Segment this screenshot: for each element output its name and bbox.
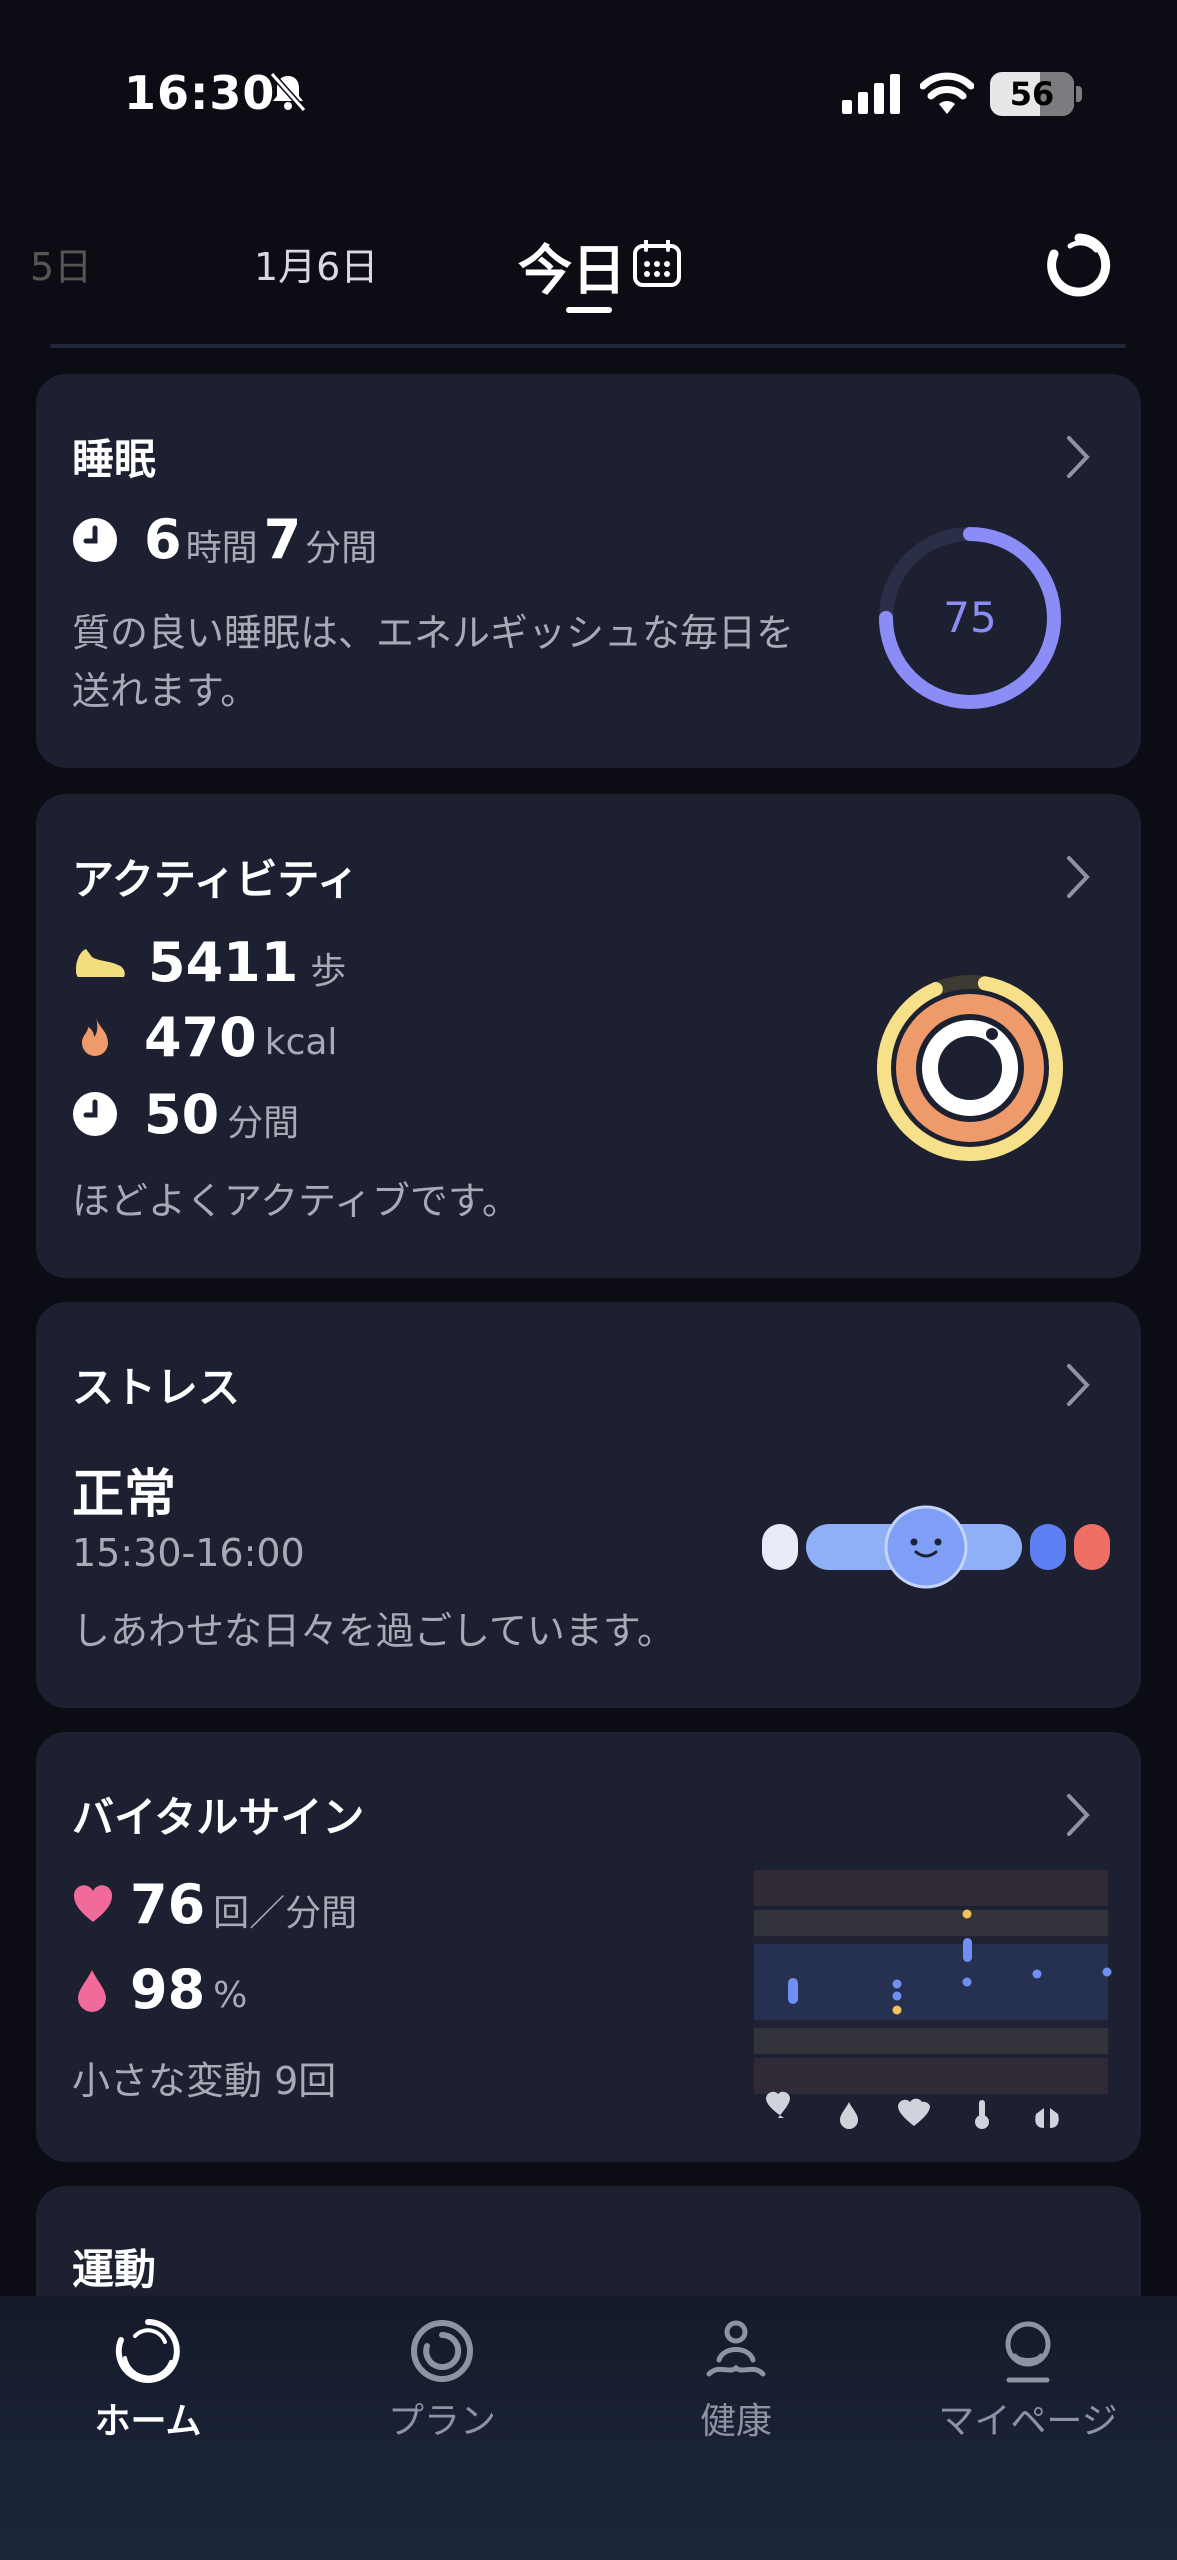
sleep-hours: 6 [144,508,182,571]
battery-tip [1076,86,1082,102]
sleep-score-ring: 75 [879,527,1061,709]
nav-mypage-label: マイページ [938,2401,1118,2442]
stress-title: ストレス [72,1363,241,1412]
vitals-card[interactable]: バイタルサイン 76 回／分間 98 % 小さな変動 9回 [36,1732,1141,2162]
nav-home-label: ホーム [94,2401,202,2442]
stress-level: 正常 [72,1465,177,1525]
battery-level: 56 [1009,75,1055,113]
stress-description: しあわせな日々を過ごしています。 [72,1609,676,1653]
sleep-score: 75 [943,593,996,642]
battery-indicator: 56 [990,72,1074,116]
sleep-hours-unit: 時間 [185,527,258,569]
chevron-right-icon[interactable] [1065,434,1091,480]
sleep-title: 睡眠 [72,435,157,484]
date-prev[interactable]: 5日 [30,236,92,291]
chevron-right-icon[interactable] [1065,1362,1091,1408]
status-time: 16:30 [124,66,276,120]
stress-card[interactable]: ストレス 正常 15:30-16:00 しあわせな日々を過ごしています。 [36,1302,1141,1708]
bell-muted-icon [269,72,307,112]
heart-rate-row: 76 回／分間 [72,1872,357,1936]
heart-rate-unit: 回／分間 [213,1893,358,1934]
sleep-description: 質の良い睡眠は、エネルギッシュな毎日を 送れます。 [72,604,794,720]
nav-health[interactable]: 健康 [626,2316,846,2444]
calories-row: 470 kcal [72,1006,337,1069]
sleep-minutes-unit: 分間 [305,527,378,569]
chevron-right-icon[interactable] [1065,854,1091,900]
sleep-desc-line1: 質の良い睡眠は、エネルギッシュな毎日を [72,611,795,655]
signal-icon [842,74,900,114]
clock-icon [73,517,117,562]
vitals-description: 小さな変動 9回 [72,2059,337,2103]
active-minutes-unit: 分間 [227,1103,300,1144]
nav-plan[interactable]: プラン [332,2316,552,2444]
vitals-title: バイタルサイン [72,1793,365,1842]
profile-icon [1005,2321,1051,2383]
sleep-card[interactable]: 睡眠 6 時間 7 分間 質の良い睡眠は、エネルギッシュな毎日を 送れます。 7… [36,374,1141,768]
exercise-title: 運動 [72,2245,157,2294]
blood-drop-icon [78,1969,106,2012]
spo2-row: 98 % [72,1958,247,2021]
wifi-icon [920,72,974,114]
chevron-right-icon[interactable] [1065,1792,1091,1838]
vitals-chart [754,1870,1112,2129]
nav-plan-label: プラン [387,2401,496,2442]
heart-rate-value: 76 [130,1872,206,1936]
sync-icon[interactable] [1046,232,1112,298]
sleep-desc-line2: 送れます。 [72,669,259,713]
steps-unit: 歩 [310,951,347,992]
sleep-minutes: 7 [263,508,302,571]
spo2-unit: % [213,1975,248,2016]
active-minutes-value: 50 [144,1082,220,1146]
calendar-icon[interactable] [632,240,682,288]
activity-title: アクティビティ [72,855,359,904]
steps-row: 5411 歩 [72,930,346,994]
sleep-duration-row: 6 時間 7 分間 [72,508,377,571]
clock-icon [73,1092,117,1136]
today-underline [566,307,612,313]
nav-health-label: 健康 [699,2401,772,2442]
flame-icon [82,1016,108,1056]
steps-value: 5411 [148,930,299,994]
shoe-icon [76,949,125,977]
activity-card[interactable]: アクティビティ 5411 歩 470 kcal 50 分間 ほどよくアクティブで… [36,794,1141,1278]
calories-value: 470 [144,1006,257,1069]
meditation-icon [706,2320,766,2377]
date-jan6[interactable]: 1月6日 [254,236,378,291]
activity-rings [877,975,1063,1161]
active-minutes-row: 50 分間 [72,1082,299,1146]
calories-unit: kcal [264,1022,338,1063]
activity-description: ほどよくアクティブです。 [72,1179,521,1223]
nav-mypage[interactable]: マイページ [918,2316,1138,2444]
home-swirl-icon [115,2319,180,2383]
nav-home[interactable]: ホーム [38,2316,258,2444]
plan-ring-icon [411,2320,473,2382]
date-today[interactable]: 今日 [518,226,626,305]
spo2-value: 98 [130,1958,206,2021]
stress-time-range: 15:30-16:00 [72,1531,305,1575]
header-divider [50,344,1126,348]
stress-scale [762,1505,1110,1589]
heart-icon [73,1885,113,1922]
